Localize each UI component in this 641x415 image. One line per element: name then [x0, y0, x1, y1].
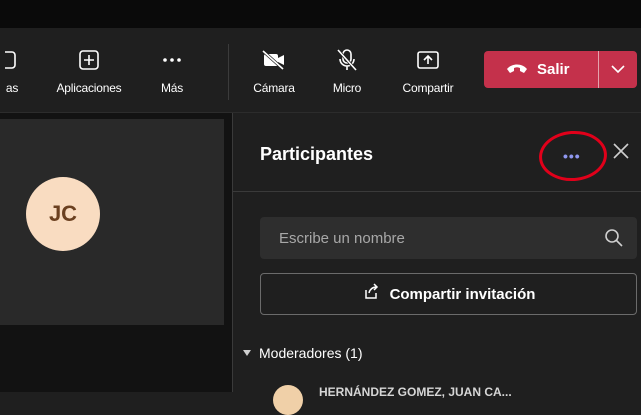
share-invite-button[interactable]: Compartir invitación: [260, 273, 637, 315]
participant-search-input[interactable]: Escribe un nombre: [260, 217, 637, 259]
participant-list-item[interactable]: HERNÁNDEZ GOMEZ, JUAN CA...: [273, 381, 633, 415]
hang-up-icon: [506, 61, 528, 79]
leave-label: Salir: [537, 61, 570, 78]
mic-label: Micro: [332, 81, 362, 95]
share-screen-icon: [416, 48, 440, 72]
window-top-band: [0, 0, 641, 28]
share-invite-label: Compartir invitación: [389, 285, 536, 303]
mic-button[interactable]: Micro: [322, 28, 372, 112]
camera-button[interactable]: Cámara: [246, 28, 302, 112]
camera-off-icon: [261, 48, 287, 72]
participants-panel: Participantes ••• Escribe un nombre Comp…: [232, 113, 641, 415]
toolbar-item-label: as: [5, 81, 19, 95]
mic-off-icon: [336, 48, 358, 72]
search-icon: [603, 227, 625, 249]
participant-name: HERNÁNDEZ GOMEZ, JUAN CA...: [319, 385, 512, 399]
toolbar-divider: [228, 44, 229, 100]
more-button[interactable]: Más: [152, 28, 192, 112]
leave-button[interactable]: Salir: [484, 51, 584, 88]
participant-tile[interactable]: JC: [0, 119, 224, 325]
apps-button[interactable]: Aplicaciones: [48, 28, 130, 112]
close-panel-button[interactable]: [607, 137, 635, 165]
partial-icon: [5, 48, 19, 72]
video-stage: JC: [0, 113, 232, 392]
panel-title: Participantes: [260, 144, 374, 164]
leave-options-button[interactable]: [599, 51, 637, 88]
more-icon: [161, 48, 183, 72]
camera-label: Cámara: [253, 81, 295, 95]
close-icon: [607, 143, 635, 169]
add-app-icon: [78, 48, 100, 72]
search-placeholder: Escribe un nombre: [279, 229, 405, 247]
more-label: Más: [160, 81, 184, 95]
share-screen-label: Compartir: [402, 81, 454, 95]
share-icon: [362, 282, 380, 306]
chevron-down-icon: [610, 61, 626, 79]
avatar: [273, 385, 303, 415]
leave-button-group: Salir: [484, 51, 637, 88]
avatar: JC: [26, 177, 100, 251]
moderators-label: Moderadores (1): [259, 345, 363, 361]
highlight-circle: [537, 128, 609, 184]
toolbar-item-partial[interactable]: as: [0, 28, 30, 112]
apps-label: Aplicaciones: [56, 81, 122, 95]
share-screen-button[interactable]: Compartir: [392, 28, 464, 112]
caret-down-icon: [243, 350, 251, 356]
moderators-section-toggle[interactable]: Moderadores (1): [243, 345, 363, 361]
panel-divider: [233, 191, 641, 192]
